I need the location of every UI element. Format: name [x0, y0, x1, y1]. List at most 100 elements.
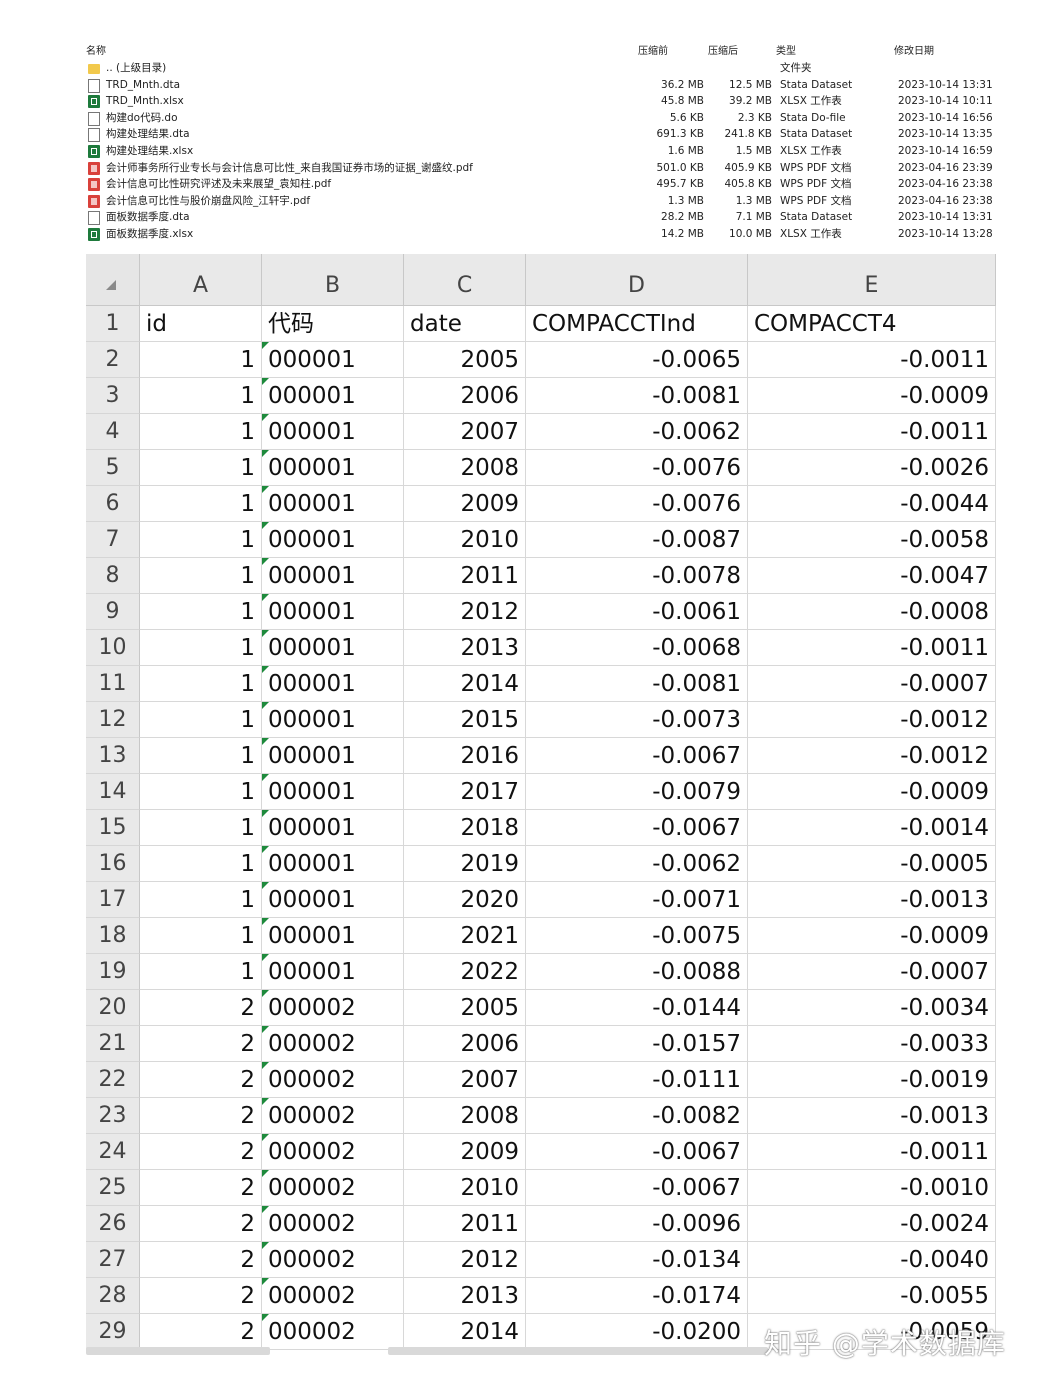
column-header-type[interactable]: 类型: [776, 42, 796, 57]
cell-c4[interactable]: -0.0013: [748, 882, 996, 918]
column-header-name[interactable]: 名称: [86, 42, 106, 57]
cell-date[interactable]: 2005: [404, 342, 526, 378]
cell-date[interactable]: 2010: [404, 522, 526, 558]
row-header[interactable]: 23: [86, 1098, 140, 1134]
cell-id[interactable]: 2: [140, 1278, 262, 1314]
cell-code[interactable]: 000001: [262, 954, 404, 990]
cell-ind[interactable]: -0.0174: [526, 1278, 748, 1314]
row-header[interactable]: 6: [86, 486, 140, 522]
cell-ind[interactable]: -0.0134: [526, 1242, 748, 1278]
file-row[interactable]: 面板数据季度.dta 28.2 MB 7.1 MB Stata Dataset 2023…: [86, 209, 996, 226]
cell-ind[interactable]: -0.0157: [526, 1026, 748, 1062]
cell-ind[interactable]: -0.0111: [526, 1062, 748, 1098]
cell-date[interactable]: 2014: [404, 1314, 526, 1350]
cell-id[interactable]: 1: [140, 702, 262, 738]
cell-ind[interactable]: -0.0068: [526, 630, 748, 666]
cell-c4[interactable]: -0.0013: [748, 1098, 996, 1134]
row-header[interactable]: 7: [86, 522, 140, 558]
cell-date[interactable]: 2006: [404, 378, 526, 414]
cell-id[interactable]: 1: [140, 342, 262, 378]
file-row[interactable]: 会计信息可比性与股价崩盘风险_江轩宇.pdf 1.3 MB 1.3 MB WPS PD…: [86, 193, 996, 209]
cell-ind[interactable]: -0.0081: [526, 378, 748, 414]
cell-id[interactable]: 2: [140, 1206, 262, 1242]
cell-code[interactable]: 000002: [262, 1098, 404, 1134]
cell-c4[interactable]: -0.0009: [748, 918, 996, 954]
row-header[interactable]: 5: [86, 450, 140, 486]
cell-date[interactable]: 2012: [404, 1242, 526, 1278]
row-header[interactable]: 10: [86, 630, 140, 666]
header-cell[interactable]: 代码: [262, 306, 404, 342]
cell-c4[interactable]: -0.0011: [748, 414, 996, 450]
cell-date[interactable]: 2009: [404, 1134, 526, 1170]
cell-ind[interactable]: -0.0096: [526, 1206, 748, 1242]
cell-c4[interactable]: -0.0055: [748, 1278, 996, 1314]
column-header-modified[interactable]: 修改日期: [894, 42, 934, 57]
row-header[interactable]: 20: [86, 990, 140, 1026]
cell-c4[interactable]: -0.0024: [748, 1206, 996, 1242]
row-header[interactable]: 2: [86, 342, 140, 378]
cell-ind[interactable]: -0.0073: [526, 702, 748, 738]
cell-c4[interactable]: -0.0034: [748, 990, 996, 1026]
cell-c4[interactable]: -0.0040: [748, 1242, 996, 1278]
header-cell[interactable]: COMPACCT4: [748, 306, 996, 342]
cell-ind[interactable]: -0.0079: [526, 774, 748, 810]
cell-date[interactable]: 2005: [404, 990, 526, 1026]
cell-id[interactable]: 1: [140, 882, 262, 918]
cell-c4[interactable]: -0.0011: [748, 1134, 996, 1170]
cell-date[interactable]: 2018: [404, 810, 526, 846]
cell-c4[interactable]: -0.0033: [748, 1026, 996, 1062]
row-header[interactable]: 15: [86, 810, 140, 846]
file-row[interactable]: 构建处理结果.dta 691.3 KB 241.8 KB Stata Dataset 2…: [86, 126, 996, 143]
cell-date[interactable]: 2020: [404, 882, 526, 918]
cell-code[interactable]: 000001: [262, 414, 404, 450]
cell-ind[interactable]: -0.0067: [526, 738, 748, 774]
cell-ind[interactable]: -0.0087: [526, 522, 748, 558]
column-header-d[interactable]: D: [526, 254, 748, 306]
cell-c4[interactable]: -0.0019: [748, 1062, 996, 1098]
cell-ind[interactable]: -0.0075: [526, 918, 748, 954]
cell-c4[interactable]: -0.0007: [748, 666, 996, 702]
row-header[interactable]: 11: [86, 666, 140, 702]
cell-id[interactable]: 1: [140, 630, 262, 666]
column-header-size[interactable]: 压缩后: [708, 42, 738, 57]
row-header[interactable]: 24: [86, 1134, 140, 1170]
row-header[interactable]: 28: [86, 1278, 140, 1314]
cell-id[interactable]: 1: [140, 414, 262, 450]
cell-date[interactable]: 2011: [404, 1206, 526, 1242]
cell-ind[interactable]: -0.0061: [526, 594, 748, 630]
cell-date[interactable]: 2007: [404, 1062, 526, 1098]
cell-date[interactable]: 2008: [404, 450, 526, 486]
cell-code[interactable]: 000001: [262, 630, 404, 666]
cell-code[interactable]: 000002: [262, 1278, 404, 1314]
cell-id[interactable]: 1: [140, 378, 262, 414]
cell-code[interactable]: 000001: [262, 342, 404, 378]
cell-date[interactable]: 2009: [404, 486, 526, 522]
row-header[interactable]: 9: [86, 594, 140, 630]
header-cell[interactable]: id: [140, 306, 262, 342]
cell-c4[interactable]: -0.0009: [748, 378, 996, 414]
cell-code[interactable]: 000001: [262, 882, 404, 918]
cell-ind[interactable]: -0.0065: [526, 342, 748, 378]
cell-code[interactable]: 000001: [262, 738, 404, 774]
cell-date[interactable]: 2017: [404, 774, 526, 810]
column-header-e[interactable]: E: [748, 254, 996, 306]
cell-ind[interactable]: -0.0067: [526, 1170, 748, 1206]
file-row[interactable]: 构建处理结果.xlsx 1.6 MB 1.5 MB XLSX 工作表 2023-10-1…: [86, 143, 996, 159]
cell-id[interactable]: 1: [140, 594, 262, 630]
cell-id[interactable]: 2: [140, 1062, 262, 1098]
cell-date[interactable]: 2016: [404, 738, 526, 774]
cell-id[interactable]: 1: [140, 918, 262, 954]
cell-id[interactable]: 2: [140, 1026, 262, 1062]
file-row[interactable]: TRD_Mnth.xlsx 45.8 MB 39.2 MB XLSX 工作表 2023-…: [86, 93, 996, 109]
cell-code[interactable]: 000001: [262, 594, 404, 630]
row-header[interactable]: 25: [86, 1170, 140, 1206]
column-header-packed-size[interactable]: 压缩前: [638, 42, 668, 57]
cell-code[interactable]: 000002: [262, 1206, 404, 1242]
horizontal-scrollbar-thumb[interactable]: [388, 1347, 768, 1355]
column-header-a[interactable]: A: [140, 254, 262, 306]
cell-code[interactable]: 000002: [262, 1242, 404, 1278]
cell-date[interactable]: 2015: [404, 702, 526, 738]
header-cell[interactable]: date: [404, 306, 526, 342]
cell-code[interactable]: 000001: [262, 666, 404, 702]
cell-c4[interactable]: -0.0026: [748, 450, 996, 486]
